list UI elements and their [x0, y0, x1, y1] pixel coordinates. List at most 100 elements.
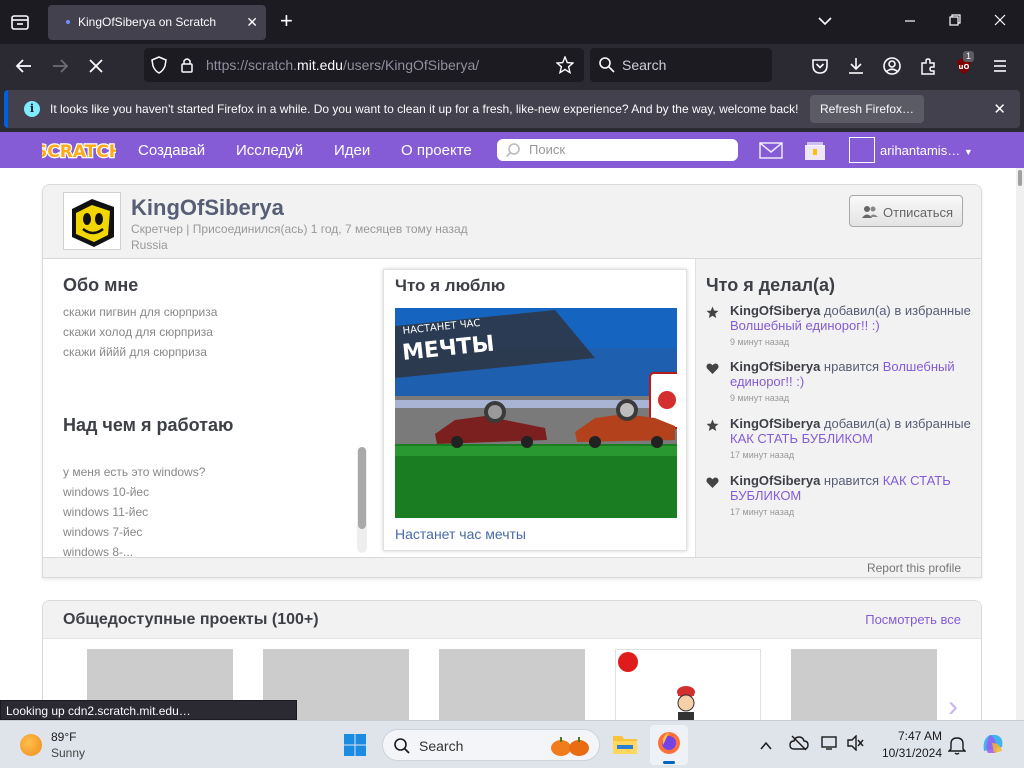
profile-avatar: [63, 192, 121, 250]
page-scrollbar-thumb[interactable]: [1018, 170, 1022, 186]
heart-icon: [706, 362, 719, 375]
activity-column: Что я делал(а) KingOfSiberya добавил(а) …: [695, 259, 981, 557]
account-username[interactable]: arihantamis… ▼: [880, 143, 973, 158]
clock-date[interactable]: 10/31/2024: [870, 746, 942, 760]
report-profile-link[interactable]: Report this profile: [867, 561, 961, 575]
list-all-tabs-icon[interactable]: [9, 11, 31, 33]
minimize-window-icon[interactable]: [904, 12, 916, 30]
browser-search-placeholder: Search: [622, 57, 667, 73]
profile-header: KingOfSiberya Скретчер | Присоединился(а…: [43, 185, 981, 259]
working-on-scrollbar[interactable]: [357, 447, 367, 553]
working-on-scrollbar-thumb[interactable]: [358, 447, 366, 529]
working-on-line: windows 7-йес: [63, 525, 143, 539]
user-avatar[interactable]: [849, 137, 875, 163]
carousel-next-arrow-icon[interactable]: ›: [948, 692, 958, 721]
activity-user-link[interactable]: KingOfSiberya: [730, 473, 820, 488]
activity-user-link[interactable]: KingOfSiberya: [730, 359, 820, 374]
activity-action: нравится: [823, 473, 880, 488]
back-arrow-icon[interactable]: [14, 56, 34, 76]
url-text[interactable]: https://scratch.mit.edu/users/KingOfSibe…: [206, 57, 479, 73]
volume-muted-icon[interactable]: [846, 734, 864, 756]
view-all-link[interactable]: Посмотреть все: [865, 612, 961, 627]
scratch-search-input[interactable]: Поиск: [497, 139, 738, 161]
nav-create[interactable]: Создавай: [138, 142, 205, 159]
system-tray-chevron-up-icon[interactable]: [760, 738, 772, 756]
nav-explore[interactable]: Исследуй: [236, 142, 303, 159]
nav-about[interactable]: О проекте: [401, 142, 472, 159]
unfollow-button[interactable]: Отписаться: [849, 195, 963, 227]
info-icon: i: [24, 101, 40, 117]
network-icon[interactable]: [820, 735, 840, 756]
close-window-icon[interactable]: [994, 12, 1006, 30]
tab-close-icon[interactable]: ✕: [246, 15, 258, 29]
browser-search-bar[interactable]: Search: [590, 48, 772, 82]
cloud-sync-off-icon[interactable]: [789, 735, 809, 756]
notification-bell-icon[interactable]: [947, 735, 967, 760]
active-app-indicator: [663, 761, 675, 764]
extensions-puzzle-icon[interactable]: [918, 56, 938, 76]
page-scrollbar[interactable]: [1016, 168, 1024, 720]
forward-arrow-icon[interactable]: [50, 56, 70, 76]
about-line: скажи холод для сюрприза: [63, 325, 213, 339]
working-on-textarea[interactable]: у меня есть это windows? windows 10-йес …: [43, 455, 363, 557]
favorite-project-thumbnail[interactable]: НАСТАНЕТ ЧАС МЕЧТЫ: [395, 308, 677, 518]
shared-projects-header: Общедоступные проекты (100+) Посмотреть …: [43, 601, 981, 639]
weather-condition[interactable]: Sunny: [51, 746, 85, 760]
account-icon[interactable]: [882, 56, 902, 76]
activity-target-link[interactable]: Волшебный единорог!! :): [730, 318, 880, 333]
project-thumbnail[interactable]: [615, 649, 761, 720]
about-me-title: Обо мне: [63, 275, 139, 295]
users-icon: [862, 205, 878, 219]
halloween-pumpkin-icon: [547, 734, 595, 763]
activity-item: KingOfSiberya нравится Волшебный единоро…: [706, 359, 978, 411]
close-notification-icon[interactable]: ✕: [993, 100, 1006, 118]
activity-target-link[interactable]: КАК СТАТЬ БУБЛИКОМ: [730, 431, 873, 446]
activity-user-link[interactable]: KingOfSiberya: [730, 303, 820, 318]
caret-down-icon: ▼: [963, 147, 973, 157]
activity-time: 17 минут назад: [730, 507, 795, 517]
heart-icon: [706, 476, 719, 489]
stop-loading-icon[interactable]: [86, 56, 106, 76]
sun-weather-icon[interactable]: [20, 734, 42, 756]
file-explorer-icon[interactable]: [612, 732, 638, 761]
lock-icon[interactable]: [178, 56, 198, 76]
nav-ideas[interactable]: Идеи: [334, 142, 370, 159]
copilot-icon[interactable]: [980, 731, 1006, 762]
taskbar-search-box[interactable]: Search: [382, 729, 600, 761]
app-menu-hamburger-icon[interactable]: [990, 56, 1010, 76]
windows-start-icon[interactable]: [343, 733, 367, 762]
url-bar[interactable]: https://scratch.mit.edu/users/KingOfSibe…: [144, 48, 584, 82]
weather-temperature[interactable]: 89°F: [51, 730, 76, 744]
project-thumbnail[interactable]: [439, 649, 585, 720]
profile-username: KingOfSiberya: [131, 195, 284, 220]
activity-user-link[interactable]: KingOfSiberya: [730, 416, 820, 431]
activity-action: добавил(а) в избранные: [823, 416, 971, 431]
firefox-taskbar-button[interactable]: [650, 725, 688, 765]
activity-item: KingOfSiberya добавил(а) в избранные Вол…: [706, 303, 978, 355]
profile-country: Russia: [131, 238, 168, 252]
messages-envelope-icon[interactable]: [759, 142, 783, 164]
star-icon: [706, 419, 719, 432]
clock-time[interactable]: 7:47 AM: [890, 729, 942, 743]
refresh-firefox-button[interactable]: Refresh Firefox…: [810, 95, 924, 123]
star-icon: [706, 306, 719, 319]
firefox-icon: [657, 731, 681, 760]
ublock-extension-icon[interactable]: uO 1: [954, 51, 975, 76]
downloads-icon[interactable]: [846, 56, 866, 76]
new-tab-plus-icon[interactable]: +: [280, 10, 293, 32]
profile-box: KingOfSiberya Скретчер | Присоединился(а…: [42, 184, 982, 578]
bookmark-star-icon[interactable]: [555, 55, 576, 76]
pocket-icon[interactable]: [810, 56, 830, 76]
restore-window-icon[interactable]: [949, 12, 961, 30]
activity-action: добавил(а) в избранные: [823, 303, 971, 318]
working-on-line: у меня есть это windows?: [63, 465, 206, 479]
favorite-project-title-link[interactable]: Настанет час мечты: [395, 526, 526, 542]
browser-tab-active[interactable]: KingOfSiberya on Scratch ✕: [48, 5, 266, 40]
search-icon: [393, 737, 411, 760]
project-thumbnail[interactable]: [791, 649, 937, 720]
tracking-protection-shield-icon[interactable]: [150, 56, 170, 76]
tab-overflow-chevron-icon[interactable]: [818, 12, 832, 30]
scratch-logo-text: SCRATCH: [42, 142, 116, 162]
scratch-logo[interactable]: SCRATCH: [34, 137, 124, 164]
my-stuff-folder-icon[interactable]: [803, 141, 827, 166]
